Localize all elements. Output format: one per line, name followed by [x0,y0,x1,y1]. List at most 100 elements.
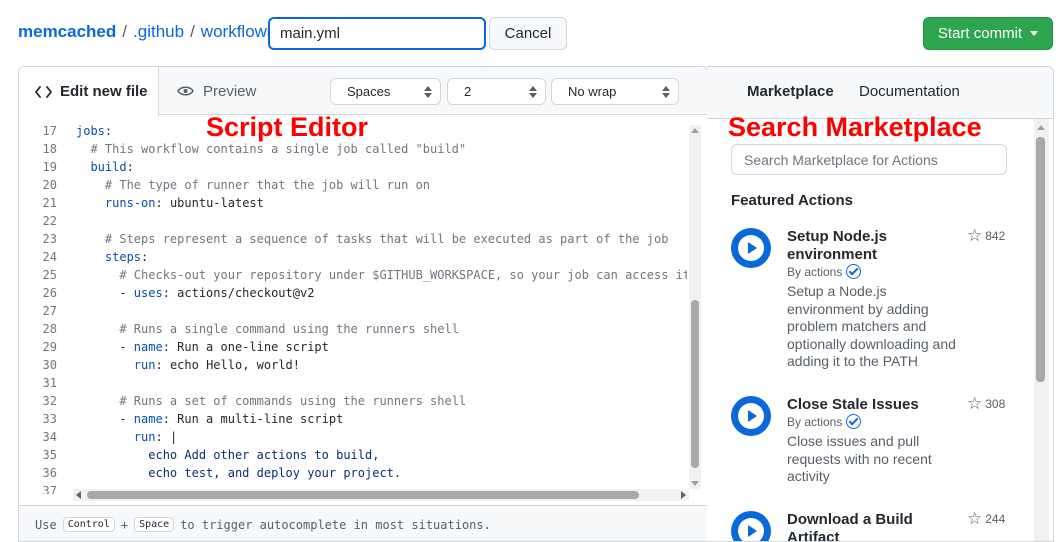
breadcrumb-workflows-link[interactable]: workflows [201,22,276,42]
star-icon: ☆ [967,509,983,528]
code-line[interactable]: 20 # The type of runner that the job wil… [19,176,687,194]
wrap-mode-value: No wrap [568,84,617,99]
code-line[interactable]: 23 # Steps represent a sequence of tasks… [19,230,687,248]
scroll-left-icon[interactable] [76,491,81,499]
code-line[interactable]: 32 # Runs a set of commands using the ru… [19,392,687,410]
code-line[interactable]: 29 - name: Run a one-line script [19,338,687,356]
code-line[interactable]: 27 [19,302,687,320]
cancel-button[interactable]: Cancel [489,17,567,50]
tab-preview[interactable]: Preview [177,67,256,115]
code-line[interactable]: 36 echo test, and deploy your project. [19,464,687,482]
yaml-key: uses [133,286,163,300]
line-number: 18 [42,142,57,156]
line-number: 24 [42,250,57,264]
line-number: 33 [42,412,57,426]
indent-mode-value: Spaces [347,84,391,99]
action-item[interactable]: Setup Node.js environment By actions Set… [731,227,1021,378]
yaml-value: Run a multi-line script [169,412,344,426]
yaml-comment: # Runs a single command using the runner… [119,322,459,336]
scroll-right-icon[interactable] [681,491,686,499]
action-item[interactable]: Close Stale Issues By actions Close issu… [731,395,1021,486]
code-line[interactable]: 30 run: echo Hello, world! [19,356,687,374]
code-line[interactable]: 22 [19,212,687,230]
action-title[interactable]: Close Stale Issues [787,396,957,414]
scroll-up-icon[interactable] [1037,125,1045,130]
line-indent: - [76,412,134,426]
tab-edit-file[interactable]: Edit new file [19,67,159,116]
marketplace-search-input[interactable] [731,144,1007,175]
action-star-count: 308 [985,397,1006,411]
select-arrows-icon [529,86,537,98]
code-line[interactable]: 21 runs-on: ubuntu-latest [19,194,687,212]
code-line[interactable]: 19 build: [19,158,687,176]
action-author-label: By actions [787,264,843,279]
code-line[interactable]: 34 run: | [19,428,687,446]
code-editor[interactable]: 17 jobs: 18 # This workflow contains a sin… [19,122,687,494]
filename-input[interactable] [268,17,486,50]
scrollbar-thumb[interactable] [1036,137,1045,382]
yaml-separator: : [155,430,163,444]
editor-vertical-scrollbar[interactable] [689,125,701,489]
editor-horizontal-scrollbar[interactable] [73,489,689,501]
yaml-value: ubuntu-latest [162,196,264,210]
line-number: 23 [42,232,57,246]
indent-size-select[interactable]: 2 [447,78,546,105]
line-content: # Steps represent a sequence of tasks th… [76,230,669,248]
code-line[interactable]: 35 echo Add other actions to build, [19,446,687,464]
yaml-separator: : [155,196,163,210]
scrollbar-thumb[interactable] [87,491,639,499]
play-icon [731,228,771,268]
scrollbar-thumb[interactable] [691,300,699,468]
yaml-value: Run a one-line script [169,340,329,354]
wrap-mode-select[interactable]: No wrap [551,78,679,105]
yaml-separator: : [162,412,170,426]
search-marketplace-annotation: Search Marketplace [728,112,982,142]
marketplace-scrollbar[interactable] [1034,119,1049,541]
start-commit-button[interactable]: Start commit [923,17,1053,50]
script-editor-annotation: Script Editor [206,112,369,142]
line-content: - name: Run a one-line script [76,338,329,356]
hint-suffix: to trigger autocomplete in most situatio… [180,517,491,532]
action-item[interactable]: Download a Build Artifact ☆ 244 [731,509,1021,541]
yaml-comment: # Steps represent a sequence of tasks th… [104,232,669,246]
line-number: 30 [42,358,57,372]
yaml-value: echo Hello, world! [162,358,300,372]
action-description: Close issues and pull requests with no r… [787,433,932,484]
editor-tabbar: Edit new file Preview Spaces 2 No wrap [19,67,707,116]
code-line[interactable]: 31 [19,374,687,392]
line-content: echo Add other actions to build, [76,446,379,464]
line-content: steps: [76,248,148,266]
action-title[interactable]: Setup Node.js environment [787,228,957,264]
action-title[interactable]: Download a Build Artifact [787,511,957,541]
line-content: runs-on: ubuntu-latest [76,194,264,212]
scroll-up-icon[interactable] [691,128,699,133]
yaml-comment: # Runs a set of commands using the runne… [119,394,467,408]
scroll-down-icon[interactable] [691,481,699,486]
line-number: 27 [42,304,57,318]
yaml-separator: : [141,250,149,264]
code-line[interactable]: 33 - name: Run a multi-line script [19,410,687,428]
code-line[interactable]: 25 # Checks-out your repository under $G… [19,266,687,284]
line-number: 22 [42,214,57,228]
yaml-separator: : [155,358,163,372]
line-content: echo test, and deploy your project. [76,464,401,482]
breadcrumb-repo-link[interactable]: memcached [18,22,116,42]
code-line[interactable]: 26 - uses: actions/checkout@v2 [19,284,687,302]
breadcrumb-github-link[interactable]: .github [133,22,184,42]
code-line[interactable]: 24 steps: [19,248,687,266]
indent-mode-select[interactable]: Spaces [330,78,441,105]
action-author: By actions [787,264,862,279]
yaml-key: build [90,160,127,174]
action-author: By actions [787,414,862,429]
kbd-control: Control [62,517,115,532]
code-line[interactable]: 28 # Runs a single command using the run… [19,320,687,338]
line-content: # Runs a set of commands using the runne… [76,392,466,410]
